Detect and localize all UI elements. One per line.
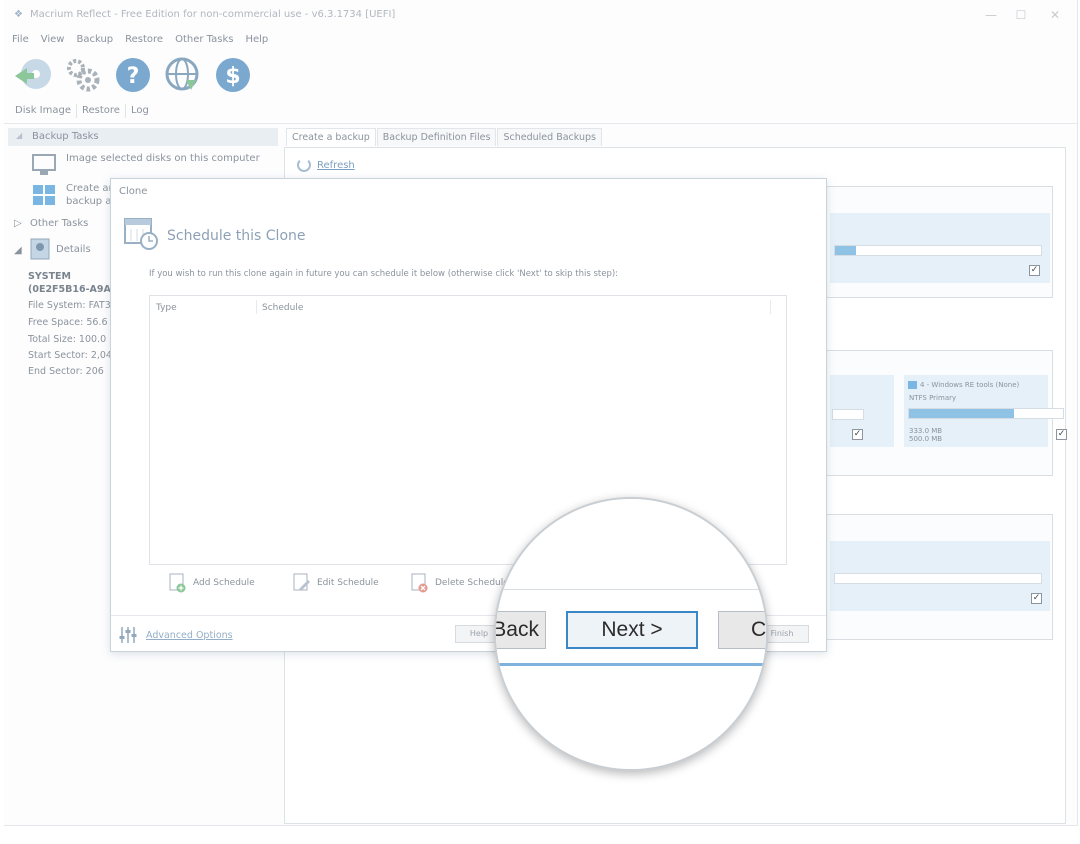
dialog-title: Clone: [119, 186, 148, 197]
maximize-button[interactable]: ☐: [1006, 7, 1036, 23]
menu-backup[interactable]: Backup: [76, 34, 113, 48]
tree-expand-icon[interactable]: ▷: [14, 218, 22, 229]
partition-id: (0E2F5B16-A9A5: [28, 284, 118, 295]
magnifier-lens: < Back Next > Cancel: [494, 497, 768, 771]
windows-icon: [33, 185, 55, 205]
details-icon: [30, 238, 50, 260]
partition-name: SYSTEM: [28, 271, 71, 282]
globe-download-icon: [165, 57, 199, 91]
backup-tasks-header[interactable]: ◢ Backup Tasks: [8, 128, 278, 146]
edit-schedule-button[interactable]: Edit Schedule: [293, 573, 379, 593]
column-separator: [256, 300, 257, 314]
free-space: Free Space: 56.6: [28, 317, 108, 328]
disk-3-usage-bar: [834, 573, 1042, 584]
cancel-button[interactable]: Cancel: [718, 611, 766, 649]
minimize-button[interactable]: —: [976, 7, 1006, 23]
disk-1-checkbox[interactable]: ✓: [1029, 265, 1040, 276]
dollar-icon: $: [216, 58, 250, 92]
end-sector: End Sector: 206: [28, 366, 104, 377]
monitor-icon: [32, 154, 56, 175]
details-label: Details: [56, 244, 91, 255]
column-separator: [770, 300, 771, 314]
disk-1-usage-bar: [834, 245, 1042, 256]
calendar-clock-icon: [124, 218, 158, 250]
disk-1-partition[interactable]: ✓: [830, 213, 1050, 283]
file-system: File System: FAT32: [28, 300, 117, 311]
title-bar: ❖ Macrium Reflect - Free Edition for non…: [4, 0, 1077, 30]
tree-collapse-icon[interactable]: ◢: [14, 245, 22, 256]
other-tasks[interactable]: Other Tasks: [30, 218, 88, 229]
partition-windows-icon: [908, 381, 917, 389]
delete-schedule-icon: [411, 573, 428, 593]
tab-backup-definition-files[interactable]: Backup Definition Files: [376, 128, 497, 146]
total-size: Total Size: 100.0: [28, 334, 107, 345]
right-tabs: Create a backup Backup Definition Files …: [286, 128, 603, 146]
tab-disk-image[interactable]: Disk Image: [10, 104, 77, 118]
sliders-icon: [119, 627, 137, 643]
refresh-link[interactable]: Refresh: [297, 158, 355, 172]
tab-scheduled-backups[interactable]: Scheduled Backups: [497, 128, 602, 146]
add-schedule-button[interactable]: Add Schedule: [169, 573, 255, 593]
dialog-heading: Schedule this Clone: [167, 228, 306, 244]
disk-3-partition[interactable]: ✓: [830, 541, 1050, 611]
toolbar-settings-button[interactable]: [62, 54, 104, 96]
partition-4-type: NTFS Primary: [909, 394, 957, 402]
delete-schedule-button[interactable]: Delete Schedule: [411, 573, 509, 593]
magnified-divider: [496, 589, 766, 590]
partition-4-usage-fill: [909, 409, 1014, 418]
back-button[interactable]: < Back: [496, 611, 546, 649]
partition-4-checkbox[interactable]: ✓: [1056, 429, 1067, 440]
close-button[interactable]: ✕: [1040, 7, 1070, 23]
tab-create-backup[interactable]: Create a backup: [286, 128, 376, 146]
column-schedule[interactable]: Schedule: [262, 303, 303, 313]
toolbar-web-button[interactable]: [162, 54, 204, 96]
menu-restore[interactable]: Restore: [125, 34, 163, 48]
disk-2-p3-usage-bar: [832, 409, 864, 420]
partition-4-name: 4 - Windows RE tools (None): [920, 381, 1020, 389]
divider: [4, 123, 1077, 124]
tab-restore[interactable]: Restore: [77, 104, 126, 118]
disk-3-box: ✓: [825, 514, 1053, 640]
disk-2-partition-4[interactable]: 4 - Windows RE tools (None) NTFS Primary…: [904, 375, 1067, 447]
disk-3-checkbox[interactable]: ✓: [1031, 593, 1042, 604]
menu-view[interactable]: View: [41, 34, 65, 48]
collapse-arrow-icon: ◢: [16, 131, 23, 140]
tab-log[interactable]: Log: [126, 104, 154, 118]
disk-2-box: ✓ 4 - Windows RE tools (None) NTFS Prima…: [825, 350, 1067, 476]
column-type[interactable]: Type: [156, 303, 177, 313]
svg-text:$: $: [225, 64, 240, 89]
svg-text:?: ?: [127, 64, 140, 89]
partition-4-usage-bar: [908, 408, 1064, 419]
start-sector: Start Sector: 2,04: [28, 350, 112, 361]
toolbar-help-button[interactable]: ?: [112, 54, 154, 96]
menu-file[interactable]: File: [12, 34, 29, 48]
disk-2-partition-3[interactable]: ✓: [830, 375, 894, 447]
window-title: Macrium Reflect - Free Edition for non-c…: [30, 9, 396, 20]
disk-backup-icon: [15, 59, 51, 89]
disk-1-usage-fill: [835, 246, 856, 255]
advanced-options-link[interactable]: Advanced Options: [118, 625, 233, 645]
app-icon: ❖: [14, 9, 23, 20]
disk-1-box: ✓: [825, 186, 1053, 298]
menu-bar: File View Backup Restore Other Tasks Hel…: [12, 34, 268, 48]
edit-schedule-icon: [293, 573, 310, 591]
add-schedule-icon: [169, 573, 186, 593]
menu-help[interactable]: Help: [245, 34, 268, 48]
help-icon: ?: [116, 58, 150, 92]
magnified-focus-bar: [496, 663, 766, 666]
partition-4-total: 500.0 MB: [909, 435, 943, 443]
toolbar-backup-button[interactable]: [12, 54, 54, 96]
disk-2-p3-checkbox[interactable]: ✓: [852, 429, 863, 440]
dialog-description: If you wish to run this clone again in f…: [149, 269, 619, 279]
gears-icon: [67, 59, 100, 92]
view-tabs: Disk Image Restore Log: [10, 104, 154, 118]
next-button[interactable]: Next >: [566, 611, 698, 649]
toolbar: ? $: [12, 54, 254, 96]
menu-other-tasks[interactable]: Other Tasks: [175, 34, 233, 48]
toolbar-buy-button[interactable]: $: [212, 54, 254, 96]
magnified-table-area: [496, 499, 766, 591]
refresh-icon: [297, 158, 311, 172]
